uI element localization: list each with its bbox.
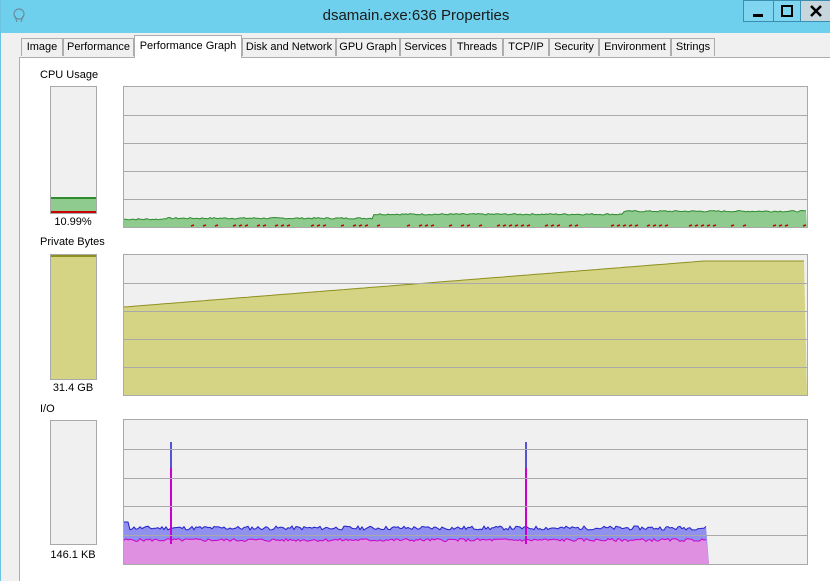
cpu-usage-area (124, 210, 807, 227)
close-icon (810, 5, 822, 17)
cpu-usage-graph (123, 86, 808, 228)
maximize-icon (781, 5, 793, 17)
tab-security[interactable]: Security (549, 38, 599, 56)
io-graph (123, 419, 808, 565)
private-bytes-graph-canvas (124, 260, 807, 395)
private-bytes-meter (50, 254, 97, 380)
performance-graph-panel: CPU Usage 10.99% Private Bytes 31.4 GB I… (19, 57, 830, 581)
tab-strings[interactable]: Strings (671, 38, 715, 56)
private-bytes-graph (123, 254, 808, 396)
cpu-usage-value: 10.99% (54, 216, 92, 228)
minimize-icon (753, 14, 763, 17)
window-title: dsamain.exe:636 Properties (322, 7, 510, 24)
tab-strip: Image Performance Performance Graph Disk… (1, 33, 830, 58)
cpu-usage-meter (50, 86, 97, 214)
tab-tcp-ip[interactable]: TCP/IP (503, 38, 549, 56)
maximize-button[interactable] (773, 0, 800, 22)
tab-gpu-graph[interactable]: GPU Graph (336, 38, 400, 56)
tab-services[interactable]: Services (400, 38, 451, 56)
tab-threads[interactable]: Threads (451, 38, 503, 56)
private-bytes-area (124, 261, 807, 395)
cpu-usage-graph-canvas (124, 115, 807, 227)
tab-environment[interactable]: Environment (599, 38, 671, 56)
tab-disk-and-network[interactable]: Disk and Network (242, 38, 336, 56)
private-bytes-value: 31.4 GB (52, 382, 94, 394)
tab-performance[interactable]: Performance (63, 38, 134, 56)
properties-window: dsamain.exe:636 Properties Image Perform… (0, 0, 830, 581)
io-value: 146.1 KB (50, 549, 96, 561)
io-label: I/O (40, 403, 55, 415)
tab-performance-graph[interactable]: Performance Graph (134, 35, 242, 58)
cpu-kernel-line (190, 224, 807, 227)
io-graph-canvas (124, 442, 807, 564)
cpu-usage-label: CPU Usage (40, 69, 99, 81)
private-bytes-meter-fill (51, 255, 96, 379)
io-meter (50, 420, 97, 545)
tab-image[interactable]: Image (21, 38, 63, 56)
title-bar[interactable]: dsamain.exe:636 Properties (1, 0, 830, 33)
cpu-kernel-meter-fill (51, 211, 96, 213)
io-other-area (124, 538, 709, 564)
private-bytes-label: Private Bytes (40, 236, 105, 248)
close-button[interactable] (800, 0, 830, 22)
minimize-button[interactable] (743, 0, 773, 22)
